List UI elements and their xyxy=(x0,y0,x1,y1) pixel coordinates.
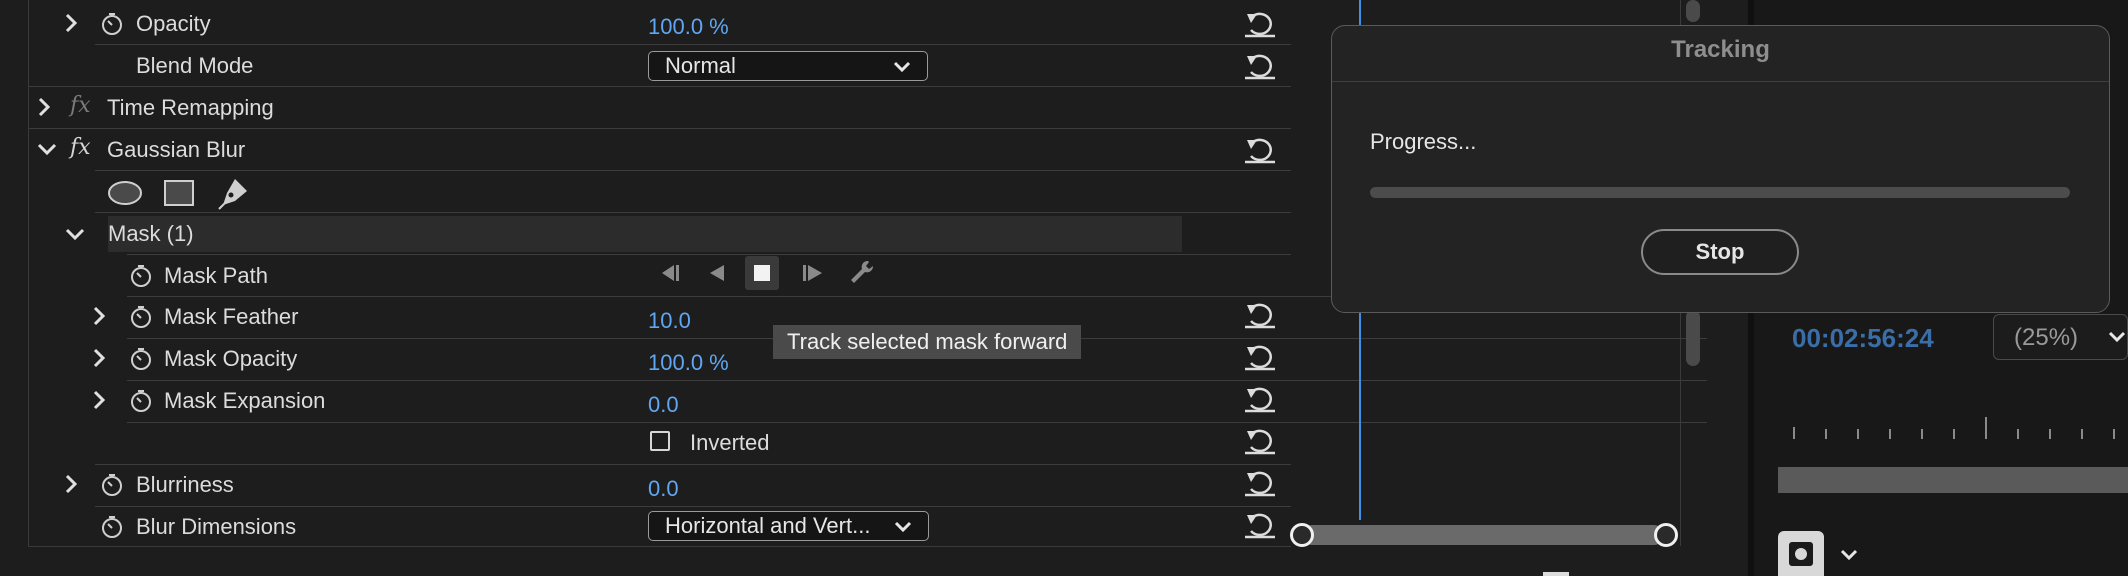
stopwatch-icon[interactable] xyxy=(129,264,153,288)
mask-path-label: Mask Path xyxy=(164,263,268,288)
chevron-down-icon[interactable] xyxy=(1838,544,1860,566)
expand-blurriness-chevron-icon[interactable] xyxy=(60,473,82,495)
opacity-label: Opacity xyxy=(136,11,211,36)
blend-mode-value: Normal xyxy=(665,53,736,78)
ellipse-mask-icon[interactable] xyxy=(107,180,143,206)
tracking-dialog: Tracking Progress... Stop xyxy=(1331,25,2110,313)
chevron-down-icon xyxy=(2106,326,2128,348)
vertical-scrollbar-thumb-lower[interactable] xyxy=(1686,310,1700,366)
reset-blur-dimensions-icon[interactable] xyxy=(1243,511,1277,539)
expand-mask-opacity-chevron-icon[interactable] xyxy=(88,347,110,369)
row-divider xyxy=(95,44,1291,45)
stopwatch-icon[interactable] xyxy=(100,12,124,36)
expand-time-remapping-chevron-icon[interactable] xyxy=(33,96,55,118)
zoom-bar-left-handle[interactable] xyxy=(1290,523,1314,547)
track-one-frame-forward-icon[interactable] xyxy=(800,261,826,285)
row-divider xyxy=(95,170,1291,171)
track-backward-icon[interactable] xyxy=(656,261,682,285)
pen-mask-icon[interactable] xyxy=(215,175,251,211)
mask-label: Mask (1) xyxy=(108,221,194,246)
blur-dimensions-label: Blur Dimensions xyxy=(136,514,297,539)
inverted-label: Inverted xyxy=(690,430,770,455)
chevron-down-icon xyxy=(892,516,914,538)
reset-mask-opacity-icon[interactable] xyxy=(1243,343,1277,371)
collapse-mask-chevron-icon[interactable] xyxy=(64,223,86,245)
row-divider xyxy=(29,86,1291,87)
rectangle-mask-icon[interactable] xyxy=(163,179,195,207)
expand-opacity-chevron-icon[interactable] xyxy=(60,12,82,34)
mask-feather-value[interactable]: 10.0 xyxy=(648,308,691,334)
inverted-checkbox[interactable] xyxy=(650,431,670,451)
reset-opacity-icon[interactable] xyxy=(1243,10,1277,38)
collapse-gaussian-blur-chevron-icon[interactable] xyxy=(36,138,58,160)
track-one-frame-backward-icon[interactable] xyxy=(706,261,728,285)
marker-icon xyxy=(1789,542,1813,566)
opacity-value[interactable]: 100.0 % xyxy=(648,14,729,40)
mask-opacity-label: Mask Opacity xyxy=(164,346,298,371)
row-divider xyxy=(95,506,1291,507)
progress-bar xyxy=(1370,187,2070,198)
dialog-title: Tracking xyxy=(1671,36,1770,63)
reset-inverted-icon[interactable] xyxy=(1243,427,1277,455)
stop-tracking-icon[interactable] xyxy=(745,256,779,290)
mask-expansion-value[interactable]: 0.0 xyxy=(648,392,679,418)
row-divider xyxy=(95,464,1291,465)
gaussian-blur-label: Gaussian Blur xyxy=(107,137,246,162)
zoom-bar-right-handle[interactable] xyxy=(1654,523,1678,547)
row-divider xyxy=(127,254,1291,255)
time-remapping-label: Time Remapping xyxy=(107,95,274,120)
stop-button[interactable]: Stop xyxy=(1641,229,1799,275)
zoom-level-value: (25%) xyxy=(2014,324,2079,351)
add-marker-button[interactable] xyxy=(1778,531,1824,576)
reset-gaussian-blur-icon[interactable] xyxy=(1243,136,1277,164)
expand-mask-expansion-chevron-icon[interactable] xyxy=(88,389,110,411)
mask-feather-label: Mask Feather xyxy=(164,304,299,329)
blurriness-value[interactable]: 0.0 xyxy=(648,476,679,502)
dialog-title-divider xyxy=(1332,81,2109,82)
stopwatch-icon[interactable] xyxy=(100,515,124,539)
row-divider xyxy=(29,128,1291,129)
tracking-method-wrench-icon[interactable] xyxy=(848,258,876,286)
vertical-scrollbar-thumb[interactable] xyxy=(1686,0,1700,22)
stopwatch-icon[interactable] xyxy=(100,473,124,497)
timeline-zoom-bar[interactable] xyxy=(1302,525,1664,545)
blend-mode-label: Blend Mode xyxy=(136,53,254,78)
progress-label: Progress... xyxy=(1370,129,1477,154)
stopwatch-icon[interactable] xyxy=(129,305,153,329)
chevron-down-icon xyxy=(891,56,913,78)
stopwatch-icon[interactable] xyxy=(129,347,153,371)
reset-mask-expansion-icon[interactable] xyxy=(1243,385,1277,413)
mask-opacity-value[interactable]: 100.0 % xyxy=(648,350,729,376)
tooltip: Track selected mask forward xyxy=(773,325,1082,359)
monitor-time-ruler[interactable] xyxy=(1792,415,2128,441)
expand-mask-feather-chevron-icon[interactable] xyxy=(88,305,110,327)
blur-dimensions-value: Horizontal and Vert... xyxy=(665,513,871,538)
mask-row-highlight[interactable] xyxy=(108,216,1182,252)
panel-edge-mark xyxy=(1543,572,1569,576)
row-divider xyxy=(95,212,1291,213)
fx-icon[interactable]: fx xyxy=(70,93,91,118)
reset-mask-feather-icon[interactable] xyxy=(1243,301,1277,329)
fx-toggle-icon[interactable]: fx xyxy=(70,135,91,160)
monitor-scroll-bar[interactable] xyxy=(1778,467,2128,493)
reset-blurriness-icon[interactable] xyxy=(1243,469,1277,497)
playhead-timecode[interactable]: 00:02:56:24 xyxy=(1792,323,1934,354)
blend-mode-dropdown[interactable]: Normal xyxy=(648,51,928,81)
blurriness-label: Blurriness xyxy=(136,472,234,497)
mask-expansion-label: Mask Expansion xyxy=(164,388,326,413)
stopwatch-icon[interactable] xyxy=(129,389,153,413)
zoom-level-dropdown[interactable]: (25%) xyxy=(1993,314,2128,360)
reset-blend-mode-icon[interactable] xyxy=(1243,52,1277,80)
blur-dimensions-dropdown[interactable]: Horizontal and Vert... xyxy=(648,511,929,541)
